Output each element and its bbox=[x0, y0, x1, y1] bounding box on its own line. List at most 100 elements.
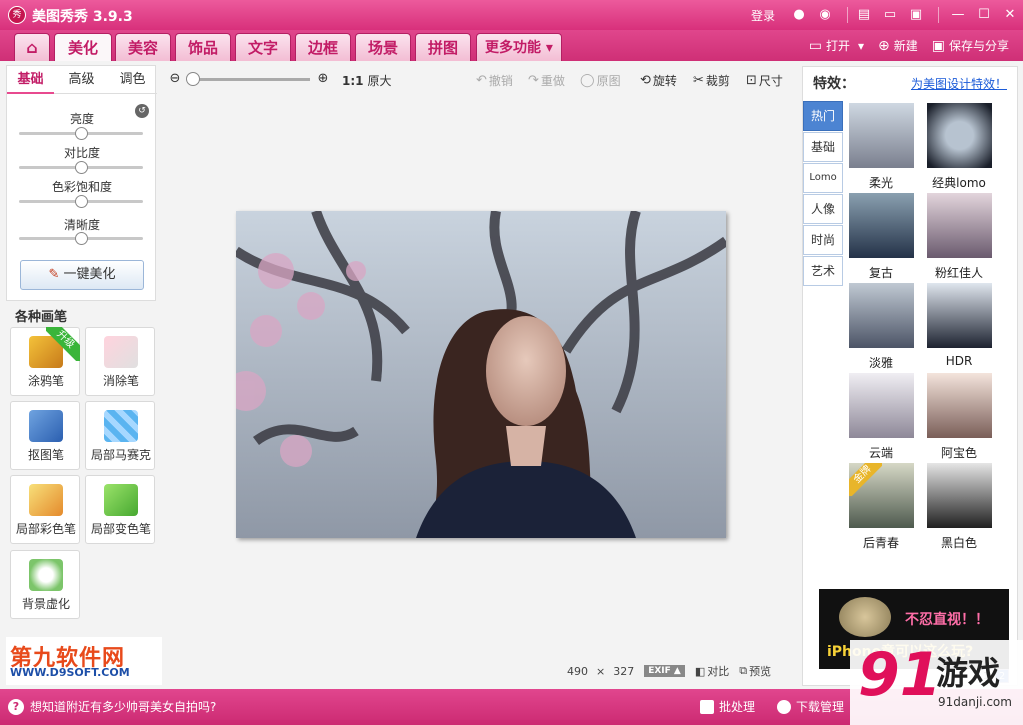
zoom-slider[interactable] bbox=[192, 78, 310, 81]
canvas-image[interactable] bbox=[236, 211, 726, 538]
paint-bucket-icon bbox=[104, 484, 138, 516]
doodle-brush-button[interactable]: 升级 涂鸦笔 bbox=[10, 327, 80, 396]
effect-thumb-vintage[interactable] bbox=[849, 193, 914, 258]
effect-thumb-black-white[interactable] bbox=[927, 463, 992, 528]
chevron-down-icon[interactable]: ▾ bbox=[858, 39, 864, 53]
category-hot[interactable]: 热门 bbox=[803, 101, 843, 131]
effect-thumb-soft-light[interactable] bbox=[849, 103, 914, 168]
save-share-button[interactable]: ▣ 保存与分享 bbox=[932, 37, 1009, 54]
tab-accessories[interactable]: 饰品 bbox=[175, 33, 231, 61]
color-brush-label: 局部彩色笔 bbox=[15, 522, 76, 536]
image-width: 490 bbox=[567, 664, 588, 678]
new-button[interactable]: ⊕ 新建 bbox=[878, 37, 918, 54]
one-key-beautify-label: 一键美化 bbox=[63, 267, 116, 282]
category-basic[interactable]: 基础 bbox=[803, 132, 843, 162]
news-icon[interactable]: ▤ bbox=[854, 5, 874, 25]
category-portrait[interactable]: 人像 bbox=[803, 194, 843, 224]
saturation-slider-knob[interactable] bbox=[75, 195, 88, 208]
cutout-brush-button[interactable]: 抠图笔 bbox=[10, 401, 80, 470]
effect-label: 经典lomo bbox=[932, 176, 986, 190]
zoom-out-icon[interactable]: ⊖ bbox=[167, 71, 183, 87]
plus-icon: ⊕ bbox=[878, 37, 890, 54]
91danji-watermark: 91 游戏 91danji.com bbox=[850, 640, 1023, 725]
effect-thumb-cloud[interactable] bbox=[849, 373, 914, 438]
tab-beautify[interactable]: 美化 bbox=[54, 33, 112, 61]
resize-button[interactable]: ⊡ 尺寸 bbox=[746, 72, 783, 89]
resize-label: 尺寸 bbox=[758, 74, 783, 88]
zoom-slider-knob[interactable] bbox=[186, 72, 200, 86]
effect-thumb-pink-lady[interactable] bbox=[927, 193, 992, 258]
design-effects-link[interactable]: 为美图设计特效！ bbox=[911, 75, 1007, 92]
contrast-slider[interactable] bbox=[19, 161, 143, 174]
promo-message[interactable]: ? 想知道附近有多少帅哥美女自拍吗? bbox=[8, 698, 216, 715]
tab-beauty[interactable]: 美容 bbox=[115, 33, 171, 61]
compare-button[interactable]: 对比 bbox=[707, 663, 729, 679]
category-fashion[interactable]: 时尚 bbox=[803, 225, 843, 255]
open-label: 打开 bbox=[825, 39, 850, 53]
saturation-slider[interactable] bbox=[19, 195, 143, 208]
download-manager-button[interactable]: 下载管理 bbox=[777, 698, 844, 715]
effect-thumb-classic-lomo[interactable] bbox=[927, 103, 992, 168]
divider bbox=[938, 7, 939, 23]
canvas-toolbar: ⊖ ⊕ 1:1 原大 ↶ 撤销 ↷ 重做 ◯ 原图 ⟲ 旋转 ✂ 裁剪 ⊡ 尺寸 bbox=[164, 66, 796, 94]
effect-thumb-abao[interactable] bbox=[927, 373, 992, 438]
wand-icon: ✎ bbox=[48, 267, 60, 282]
effect-thumb-hdr[interactable] bbox=[927, 283, 992, 348]
subtab-basic[interactable]: 基础 bbox=[7, 66, 54, 94]
color-brush-icon bbox=[29, 484, 63, 516]
preview-icon: ⧉ bbox=[739, 664, 748, 677]
crop-button[interactable]: ✂ 裁剪 bbox=[693, 72, 730, 89]
blur-icon bbox=[29, 559, 63, 591]
contrast-slider-knob[interactable] bbox=[75, 161, 88, 174]
upgrade-badge: 升级 bbox=[46, 327, 80, 361]
effect-thumb-elegant[interactable] bbox=[849, 283, 914, 348]
category-art[interactable]: 艺术 bbox=[803, 256, 843, 286]
brightness-slider-knob[interactable] bbox=[75, 127, 88, 140]
eraser-brush-button[interactable]: 消除笔 bbox=[85, 327, 155, 396]
color-brush-button[interactable]: 局部彩色笔 bbox=[10, 475, 80, 544]
preview-button[interactable]: 预览 bbox=[749, 663, 771, 679]
maximize-button[interactable]: ☐ bbox=[971, 5, 997, 25]
background-blur-button[interactable]: 背景虚化 bbox=[10, 550, 80, 619]
weibo-icon[interactable]: ◉ bbox=[815, 5, 835, 25]
rotate-button[interactable]: ⟲ 旋转 bbox=[640, 72, 677, 89]
brightness-slider[interactable] bbox=[19, 127, 143, 140]
tab-more-features[interactable]: 更多功能 ▾ bbox=[476, 33, 562, 61]
mosaic-brush-label: 局部马赛克 bbox=[90, 448, 151, 462]
redo-button[interactable]: ↷ 重做 bbox=[528, 72, 565, 89]
watermark-url: 91danji.com bbox=[938, 695, 1012, 709]
sharpness-slider[interactable] bbox=[19, 232, 143, 245]
exif-button[interactable]: EXIF ▲ bbox=[644, 665, 685, 677]
mosaic-brush-button[interactable]: 局部马赛克 bbox=[85, 401, 155, 470]
actual-size-button[interactable]: 1:1 原大 bbox=[342, 72, 392, 89]
resize-icon: ⊡ bbox=[746, 73, 757, 88]
batch-button[interactable]: 批处理 bbox=[700, 698, 755, 715]
category-lomo[interactable]: Lomo bbox=[803, 163, 843, 193]
open-button[interactable]: ▭ 打开 ▾ bbox=[809, 37, 864, 54]
minimize-button[interactable]: — bbox=[945, 5, 971, 25]
effect-thumb-youth[interactable]: 金牌 bbox=[849, 463, 914, 528]
tab-scene[interactable]: 场景 bbox=[355, 33, 411, 61]
feedback-icon[interactable]: ▭ bbox=[880, 5, 900, 25]
subtab-color[interactable]: 调色 bbox=[109, 66, 156, 94]
original-button[interactable]: ◯ 原图 bbox=[580, 72, 621, 89]
eraser-icon bbox=[104, 336, 138, 368]
recolor-brush-button[interactable]: 局部变色笔 bbox=[85, 475, 155, 544]
qq-icon[interactable]: ● bbox=[789, 5, 809, 25]
zoom-in-icon[interactable]: ⊕ bbox=[315, 71, 331, 87]
subtab-advanced[interactable]: 高级 bbox=[58, 66, 105, 94]
tab-home[interactable]: ⌂ bbox=[14, 33, 50, 61]
one-key-beautify-button[interactable]: ✎ 一键美化 bbox=[20, 260, 144, 290]
tab-collage[interactable]: 拼图 bbox=[415, 33, 471, 61]
left-panel: 基础 高级 调色 ↺ 亮度 对比度 色彩饱和度 清晰度 ✎ 一键美化 各种画笔 … bbox=[6, 65, 160, 685]
sharpness-slider-knob[interactable] bbox=[75, 232, 88, 245]
tab-text[interactable]: 文字 bbox=[235, 33, 291, 61]
title-bar-controls: 登录 ● ◉ ▤ ▭ ▣ — ☐ ✕ bbox=[751, 0, 1023, 30]
undo-button[interactable]: ↶ 撤销 bbox=[476, 72, 513, 89]
effects-title: 特效： bbox=[813, 76, 855, 92]
menu-icon[interactable]: ▣ bbox=[906, 5, 926, 25]
close-button[interactable]: ✕ bbox=[997, 5, 1023, 25]
login-link[interactable]: 登录 bbox=[751, 7, 775, 24]
actual-size-label: 原大 bbox=[367, 74, 392, 88]
tab-frame[interactable]: 边框 bbox=[295, 33, 351, 61]
